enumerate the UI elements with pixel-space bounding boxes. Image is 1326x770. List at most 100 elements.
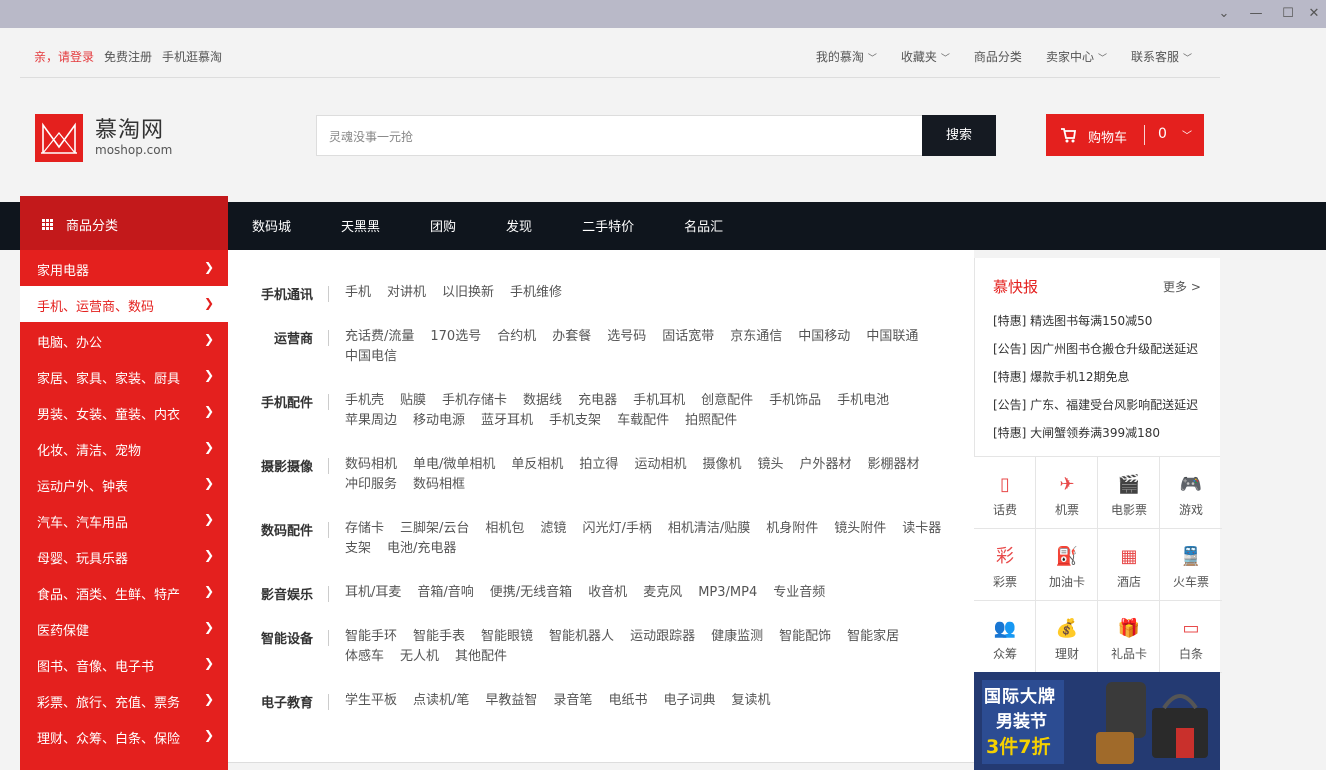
search-input[interactable]: 灵魂没事一元抢 xyxy=(329,128,413,145)
maximize-icon[interactable]: ☐ xyxy=(1278,4,1298,24)
service-item[interactable]: ▭ 白条 xyxy=(1160,601,1222,673)
panel-link[interactable]: 中国联通 xyxy=(866,328,918,345)
panel-link[interactable]: 电子词典 xyxy=(663,692,715,709)
panel-link[interactable]: 苹果周边 xyxy=(345,412,397,429)
panel-link[interactable]: 三脚架/云台 xyxy=(400,520,469,537)
panel-link[interactable]: 闪光灯/手柄 xyxy=(582,520,651,537)
logo[interactable]: 慕淘网 moshop.com xyxy=(95,118,172,156)
panel-link[interactable]: 无人机 xyxy=(400,648,439,665)
panel-link[interactable]: 数码相框 xyxy=(413,476,465,493)
nav-link[interactable]: 二手特价 xyxy=(582,216,634,235)
panel-link[interactable]: 固话宽带 xyxy=(662,328,714,345)
panel-link[interactable]: 户外器材 xyxy=(799,456,851,473)
service-item[interactable]: 💰 理财 xyxy=(1036,601,1098,673)
panel-link[interactable]: 复读机 xyxy=(731,692,770,709)
panel-link[interactable]: 对讲机 xyxy=(387,284,426,301)
categories-link[interactable]: 商品分类 xyxy=(974,48,1022,65)
category-item[interactable]: 汽车、汽车用品 ❯ xyxy=(20,502,228,538)
nav-link[interactable]: 团购 xyxy=(430,216,456,235)
service-item[interactable]: ⛽ 加油卡 xyxy=(1036,529,1098,601)
panel-link[interactable]: 机身附件 xyxy=(766,520,818,537)
panel-link[interactable]: 摄像机 xyxy=(702,456,741,473)
news-item[interactable]: [特惠] 精选图书每满150减50 xyxy=(993,312,1152,329)
close-icon[interactable]: ✕ xyxy=(1304,4,1324,24)
panel-link[interactable]: 冲印服务 xyxy=(345,476,397,493)
panel-link[interactable]: 以旧换新 xyxy=(442,284,494,301)
panel-link[interactable]: 电池/充电器 xyxy=(387,540,456,557)
cart-button[interactable]: 购物车 0 ﹀ xyxy=(1046,114,1204,156)
category-item[interactable]: 电脑、办公 ❯ xyxy=(20,322,228,358)
panel-link[interactable]: 中国移动 xyxy=(798,328,850,345)
category-item[interactable]: 手机、运营商、数码 ❯ xyxy=(20,286,228,322)
panel-link[interactable]: 手机维修 xyxy=(510,284,562,301)
service-item[interactable]: 🚆 火车票 xyxy=(1160,529,1222,601)
panel-link[interactable]: 手机耳机 xyxy=(633,392,685,409)
panel-link[interactable]: 点读机/笔 xyxy=(413,692,469,709)
panel-link[interactable]: 数码相机 xyxy=(345,456,397,473)
panel-link[interactable]: 支架 xyxy=(345,540,371,557)
category-item[interactable]: 彩票、旅行、充值、票务 ❯ xyxy=(20,682,228,718)
panel-link[interactable]: 体感车 xyxy=(345,648,384,665)
news-more-link[interactable]: 更多 > xyxy=(1163,278,1201,295)
panel-link[interactable]: 选号码 xyxy=(607,328,646,345)
panel-link[interactable]: 智能机器人 xyxy=(549,628,614,645)
nav-link[interactable]: 发现 xyxy=(506,216,532,235)
panel-link[interactable]: 创意配件 xyxy=(701,392,753,409)
panel-link[interactable]: 数据线 xyxy=(523,392,562,409)
news-item[interactable]: [特惠] 大闸蟹领券满399减180 xyxy=(993,424,1160,441)
category-item[interactable]: 运动户外、钟表 ❯ xyxy=(20,466,228,502)
my-moshop-menu[interactable]: 我的慕淘 ﹀ xyxy=(816,48,877,65)
panel-link[interactable]: 智能手环 xyxy=(345,628,397,645)
panel-link[interactable]: 录音笔 xyxy=(553,692,592,709)
panel-row-label[interactable]: 影音娱乐 xyxy=(261,584,313,603)
panel-link[interactable]: 京东通信 xyxy=(730,328,782,345)
panel-link[interactable]: 读卡器 xyxy=(902,520,941,537)
panel-link[interactable]: 手机壳 xyxy=(345,392,384,409)
panel-link[interactable]: 早教益智 xyxy=(485,692,537,709)
panel-link[interactable]: 单电/微单相机 xyxy=(413,456,495,473)
panel-link[interactable]: 170选号 xyxy=(430,328,481,345)
promo-banner[interactable]: 国际大牌 男装节 3件7折 xyxy=(974,672,1220,770)
service-item[interactable]: 👥 众筹 xyxy=(974,601,1036,673)
category-item[interactable]: 食品、酒类、生鲜、特产 ❯ xyxy=(20,574,228,610)
panel-row-label[interactable]: 手机配件 xyxy=(261,392,313,411)
panel-link[interactable]: 手机 xyxy=(345,284,371,301)
panel-link[interactable]: 智能眼镜 xyxy=(481,628,533,645)
panel-link[interactable]: 合约机 xyxy=(497,328,536,345)
category-item[interactable]: 理财、众筹、白条、保险 ❯ xyxy=(20,718,228,754)
service-item[interactable]: ▯ 话费 xyxy=(974,457,1036,529)
category-item[interactable]: 家居、家具、家装、厨具 ❯ xyxy=(20,358,228,394)
panel-link[interactable]: 办套餐 xyxy=(552,328,591,345)
panel-link[interactable]: 中国电信 xyxy=(345,348,397,365)
panel-row-label[interactable]: 智能设备 xyxy=(261,628,313,647)
panel-link[interactable]: 学生平板 xyxy=(345,692,397,709)
support-menu[interactable]: 联系客服 ﹀ xyxy=(1131,48,1192,65)
panel-link[interactable]: 电纸书 xyxy=(608,692,647,709)
panel-link[interactable]: 其他配件 xyxy=(455,648,507,665)
search-button[interactable]: 搜索 xyxy=(922,115,996,156)
panel-link[interactable]: 智能手表 xyxy=(413,628,465,645)
panel-link[interactable]: 车载配件 xyxy=(617,412,669,429)
login-link[interactable]: 亲，请登录 xyxy=(34,48,94,65)
category-item[interactable]: 图书、音像、电子书 ❯ xyxy=(20,646,228,682)
service-item[interactable]: ✈ 机票 xyxy=(1036,457,1098,529)
minimize-icon[interactable]: — xyxy=(1246,4,1266,24)
category-item[interactable]: 医药保健 ❯ xyxy=(20,610,228,646)
panel-row-label[interactable]: 电子教育 xyxy=(261,692,313,711)
news-item[interactable]: [公告] 广东、福建受台风影响配送延迟 xyxy=(993,396,1198,413)
nav-link[interactable]: 数码城 xyxy=(252,216,291,235)
panel-link[interactable]: 镜头附件 xyxy=(834,520,886,537)
panel-row-label[interactable]: 摄影摄像 xyxy=(261,456,313,475)
panel-link[interactable]: 贴膜 xyxy=(400,392,426,409)
panel-link[interactable]: 相机清洁/贴膜 xyxy=(668,520,750,537)
panel-link[interactable]: 拍立得 xyxy=(579,456,618,473)
category-item[interactable]: 化妆、清洁、宠物 ❯ xyxy=(20,430,228,466)
service-item[interactable]: 🎮 游戏 xyxy=(1160,457,1222,529)
category-item[interactable]: 家用电器 ❯ xyxy=(20,250,228,286)
panel-link[interactable]: 专业音频 xyxy=(773,584,825,601)
service-item[interactable]: 🎬 电影票 xyxy=(1098,457,1160,529)
panel-link[interactable]: 耳机/耳麦 xyxy=(345,584,401,601)
category-menu-button[interactable]: 商品分类 xyxy=(20,196,228,250)
nav-link[interactable]: 名品汇 xyxy=(684,216,723,235)
panel-link[interactable]: MP3/MP4 xyxy=(698,584,757,601)
